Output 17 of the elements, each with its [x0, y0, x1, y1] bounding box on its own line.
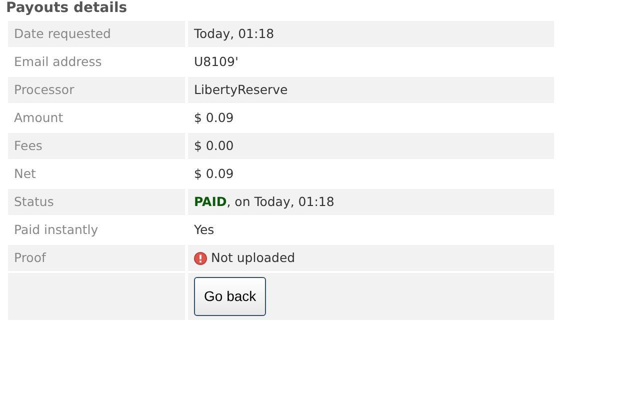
field-label: Date requested: [8, 21, 188, 47]
go-back-button[interactable]: Go back: [194, 277, 266, 316]
error-icon: [194, 252, 207, 264]
field-value: Yes: [193, 220, 216, 239]
field-label: Fees: [8, 133, 188, 159]
page-title: Payouts details: [5, 0, 128, 16]
field-label: Proof: [8, 245, 188, 271]
field-value: $ 0.09: [193, 164, 235, 183]
field-value: $ 0.09: [193, 108, 235, 127]
field-value: PAID, on Today, 01:18: [188, 189, 554, 215]
field-value: U8109': [193, 52, 240, 71]
field-value: LibertyReserve: [188, 77, 554, 103]
field-label: Status: [8, 189, 188, 215]
field-value: Today, 01:18: [188, 21, 554, 47]
field-value: $ 0.00: [188, 133, 554, 159]
field-label: Processor: [8, 77, 188, 103]
field-value: Not uploaded: [211, 248, 296, 267]
